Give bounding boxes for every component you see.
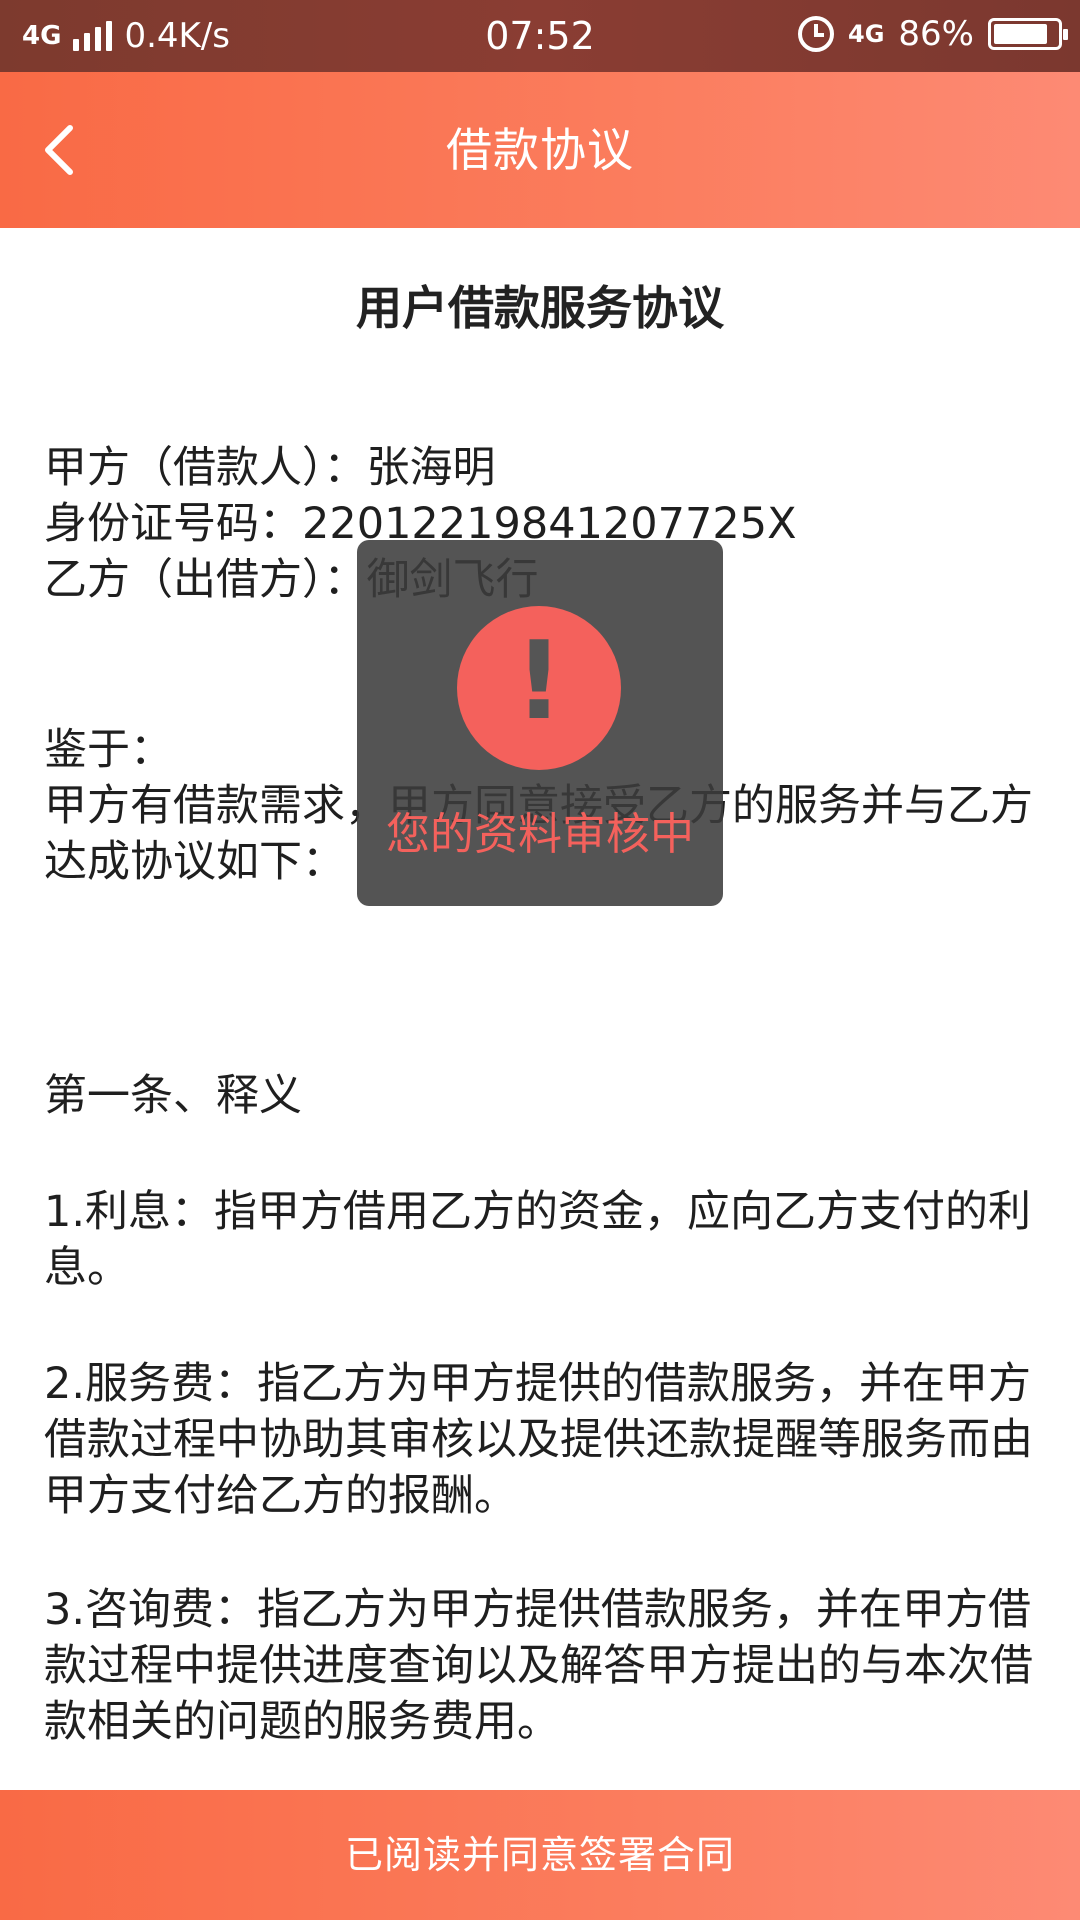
clause-interest: 1.利息：指甲方借用乙方的资金，应向乙方支付的利息。 xyxy=(44,1187,1032,1293)
article-1-title: 第一条、释义 xyxy=(44,1071,302,1121)
agree-sign-button[interactable]: 已阅读并同意签署合同 xyxy=(0,1790,1080,1920)
review-toast: ! 您的资料审核中 xyxy=(357,540,723,906)
toast-message: 您的资料审核中 xyxy=(386,809,694,860)
party-a: 甲方（借款人）：张海明 xyxy=(44,443,496,493)
alarm-icon xyxy=(798,16,835,52)
battery-percent: 86% xyxy=(898,14,974,54)
network-4g-icon: 4G xyxy=(848,20,885,48)
app-header: 借款协议 xyxy=(0,72,1080,228)
battery-icon xyxy=(988,18,1068,50)
document-title: 用户借款服务协议 xyxy=(356,281,724,335)
battery-level xyxy=(994,24,1048,44)
clause-service-fee: 2.服务费：指乙方为甲方提供的借款服务，并在甲方借款过程中协助其审核以及提供还款… xyxy=(44,1359,1033,1521)
page-title: 借款协议 xyxy=(446,123,634,177)
status-bar: 4G 0.4K/s 07:52 4G 86% xyxy=(0,0,1080,72)
clause-consulting-fee: 3.咨询费：指乙方为甲方提供借款服务，并在甲方借款过程中提供进度查询以及解答甲方… xyxy=(44,1585,1033,1747)
agreement-content[interactable]: 用户借款服务协议 甲方（借款人）：张海明 身份证号码：2201221984120… xyxy=(0,228,1080,1790)
exclamation-icon: ! xyxy=(457,606,621,770)
status-right: 4G 86% xyxy=(798,14,1068,54)
